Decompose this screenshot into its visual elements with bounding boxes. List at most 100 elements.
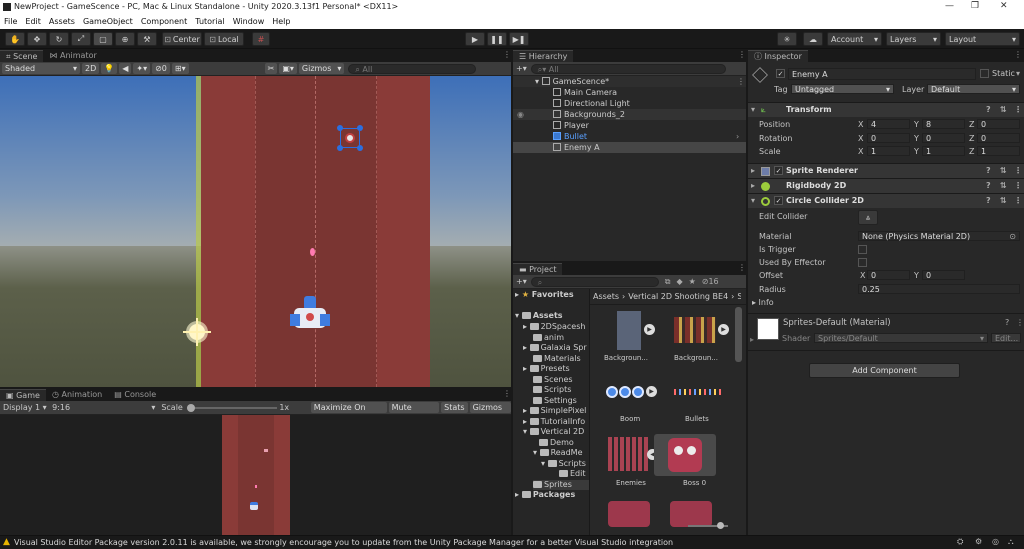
folder-item-selected[interactable]: Sprites <box>533 479 589 490</box>
thumbnail-size-handle[interactable] <box>717 522 724 529</box>
pivot-center-button[interactable]: ⊡ Center <box>162 32 202 46</box>
menu-assets[interactable]: Assets <box>45 15 79 29</box>
stats-toggle[interactable]: Stats <box>441 402 468 413</box>
asset-thumbnail[interactable]: ▶ <box>672 309 729 351</box>
effects-icon[interactable]: ✦▾ <box>133 63 151 74</box>
position-y-field[interactable]: 8 <box>922 119 965 129</box>
cloud-icon[interactable]: ☁ <box>803 32 823 46</box>
folder-item[interactable]: ▸ Galaxia Spr <box>523 343 587 354</box>
project-scrollbar[interactable] <box>735 307 742 362</box>
folder-item[interactable]: ▸ SimplePixel <box>523 406 586 417</box>
hidden-packages-icon[interactable]: ⊘16 <box>702 277 719 286</box>
layer-dropdown[interactable]: Default ▾ <box>927 84 1020 94</box>
folder-item[interactable]: anim <box>533 333 564 344</box>
status-message[interactable]: Visual Studio Editor Package version 2.0… <box>14 538 673 547</box>
used-by-effector-checkbox[interactable] <box>858 258 867 267</box>
directional-light-icon[interactable] <box>183 318 211 346</box>
shader-edit-button[interactable]: Edit... <box>991 333 1021 343</box>
radius-field[interactable]: 0.25 <box>858 284 1020 294</box>
gizmos-dropdown[interactable]: Gizmos ▾ <box>298 63 345 74</box>
shader-dropdown[interactable]: Sprites/Default ▾ <box>814 333 988 343</box>
rotation-y-field[interactable]: 0 <box>922 133 965 143</box>
cache-icon[interactable]: ◎ <box>992 537 999 546</box>
favorites-section[interactable]: ▸ ★ Favorites <box>515 290 574 301</box>
asset-thumbnail[interactable]: ▶ <box>604 309 655 351</box>
close-icon[interactable]: ✕ <box>1000 1 1008 11</box>
position-z-field[interactable]: 0 <box>977 119 1020 129</box>
project-breadcrumb[interactable]: Assets › Vertical 2D Shooting BE4 › S <box>593 291 741 302</box>
hierarchy-item-enemy-a[interactable]: Enemy A <box>513 142 746 153</box>
folder-item[interactable]: Materials <box>533 354 581 365</box>
create-dropdown[interactable]: +▾ <box>516 64 527 73</box>
player-sprite[interactable] <box>290 296 330 332</box>
folder-item[interactable]: ▾ Scripts <box>541 459 586 470</box>
hierarchy-item-player[interactable]: Player <box>513 120 746 131</box>
folder-item[interactable]: Edit <box>559 469 586 480</box>
menu-help[interactable]: Help <box>268 15 294 29</box>
tab-inspector[interactable]: ⓘ Inspector <box>748 50 808 62</box>
aspect-dropdown[interactable]: 9:16 ▾ <box>52 403 155 412</box>
info-foldout[interactable]: ▸ Info <box>752 298 774 307</box>
lighting-icon[interactable]: 💡 <box>101 63 118 74</box>
debug-icon[interactable]: ⚙ <box>975 537 982 546</box>
physics-material-field[interactable]: None (Physics Material 2D) ⊙ <box>858 231 1020 241</box>
more-options-icon[interactable]: ⋮ <box>503 389 511 398</box>
packages-root[interactable]: ▸ Packages <box>515 490 575 501</box>
tab-scene[interactable]: ⌗ Scene <box>0 50 44 62</box>
bullet-sprite[interactable] <box>310 248 315 256</box>
tab-animation[interactable]: ◷ Animation <box>45 389 109 401</box>
scale-z-field[interactable]: 1 <box>977 146 1020 156</box>
folder-item[interactable]: ▸ Presets <box>523 364 570 375</box>
more-options-icon[interactable]: ⋮ <box>738 50 746 59</box>
add-component-button[interactable]: Add Component <box>809 363 960 378</box>
hierarchy-item-backgrounds[interactable]: ◉ Backgrounds_2 <box>513 109 746 120</box>
asset-thumbnail-selected[interactable] <box>654 434 716 476</box>
custom-tool-icon[interactable]: ⚒ <box>137 32 157 46</box>
material-foldout-icon[interactable]: ▸ <box>750 335 754 344</box>
menu-window[interactable]: Window <box>229 15 269 29</box>
minimize-icon[interactable]: — <box>945 1 954 11</box>
more-options-icon[interactable]: ⋮ <box>503 50 511 59</box>
menu-gameobject[interactable]: GameObject <box>79 15 137 29</box>
maximize-icon[interactable]: ❐ <box>971 1 979 11</box>
menu-tutorial[interactable]: Tutorial <box>191 15 228 29</box>
scene-viewport[interactable] <box>0 76 511 387</box>
sprite-renderer-component-header[interactable]: ▸ ✓ Sprite Renderer ? ⇅ ⋮ <box>748 163 1024 178</box>
project-create-dropdown[interactable]: +▾ <box>516 277 527 286</box>
tools-icon[interactable]: ✂ <box>264 63 278 74</box>
account-dropdown[interactable]: Account ▾ <box>827 32 882 46</box>
offset-x-field[interactable]: 0 <box>867 270 910 280</box>
asset-thumbnail[interactable] <box>608 437 648 471</box>
play-icon[interactable]: ▶ <box>465 32 485 46</box>
folder-item[interactable]: ▾ Vertical 2D <box>523 427 584 438</box>
hierarchy-item-main-camera[interactable]: Main Camera <box>513 87 746 98</box>
folder-item[interactable]: ▾ ReadMe <box>533 448 583 459</box>
pause-icon[interactable]: ❚❚ <box>487 32 507 46</box>
transform-tool-icon[interactable]: ⊕ <box>115 32 135 46</box>
project-search-input[interactable]: ⌕ <box>530 276 659 287</box>
tab-game[interactable]: ▣ Game <box>0 389 46 401</box>
is-trigger-checkbox[interactable] <box>858 245 867 254</box>
tag-dropdown[interactable]: Untagged ▾ <box>791 84 894 94</box>
collab-icon[interactable]: ✳ <box>777 32 797 46</box>
assets-root[interactable]: ▾ Assets <box>515 311 563 322</box>
layout-dropdown[interactable]: Layout ▾ <box>945 32 1020 46</box>
filter-type-icon[interactable]: ⧉ <box>665 277 671 287</box>
scene-search-input[interactable]: ⌕ All <box>348 63 477 74</box>
enemy-a-sprite[interactable] <box>337 125 363 151</box>
game-viewport[interactable] <box>0 415 511 535</box>
edit-collider-button[interactable]: ⩓ <box>858 210 878 225</box>
pivot-local-button[interactable]: ⊡ Local <box>204 32 244 46</box>
tab-animator[interactable]: ⋈ Animator <box>43 50 103 62</box>
scene-root-item[interactable]: ▾ GameScence* ⋮ <box>513 76 746 87</box>
hierarchy-search-input[interactable]: ⌕▾ All <box>530 63 726 74</box>
camera-icon[interactable]: ▣▾ <box>279 63 297 74</box>
asset-thumbnail[interactable] <box>670 501 712 527</box>
shading-dropdown[interactable]: Shaded ▾ <box>2 63 80 74</box>
folder-item[interactable]: Settings <box>533 396 577 407</box>
scale-slider[interactable] <box>186 403 277 413</box>
rotation-x-field[interactable]: 0 <box>867 133 910 143</box>
folder-item[interactable]: ▸ 2DSpacesh <box>523 322 585 333</box>
menu-component[interactable]: Component <box>137 15 191 29</box>
scale-x-field[interactable]: 1 <box>867 146 910 156</box>
